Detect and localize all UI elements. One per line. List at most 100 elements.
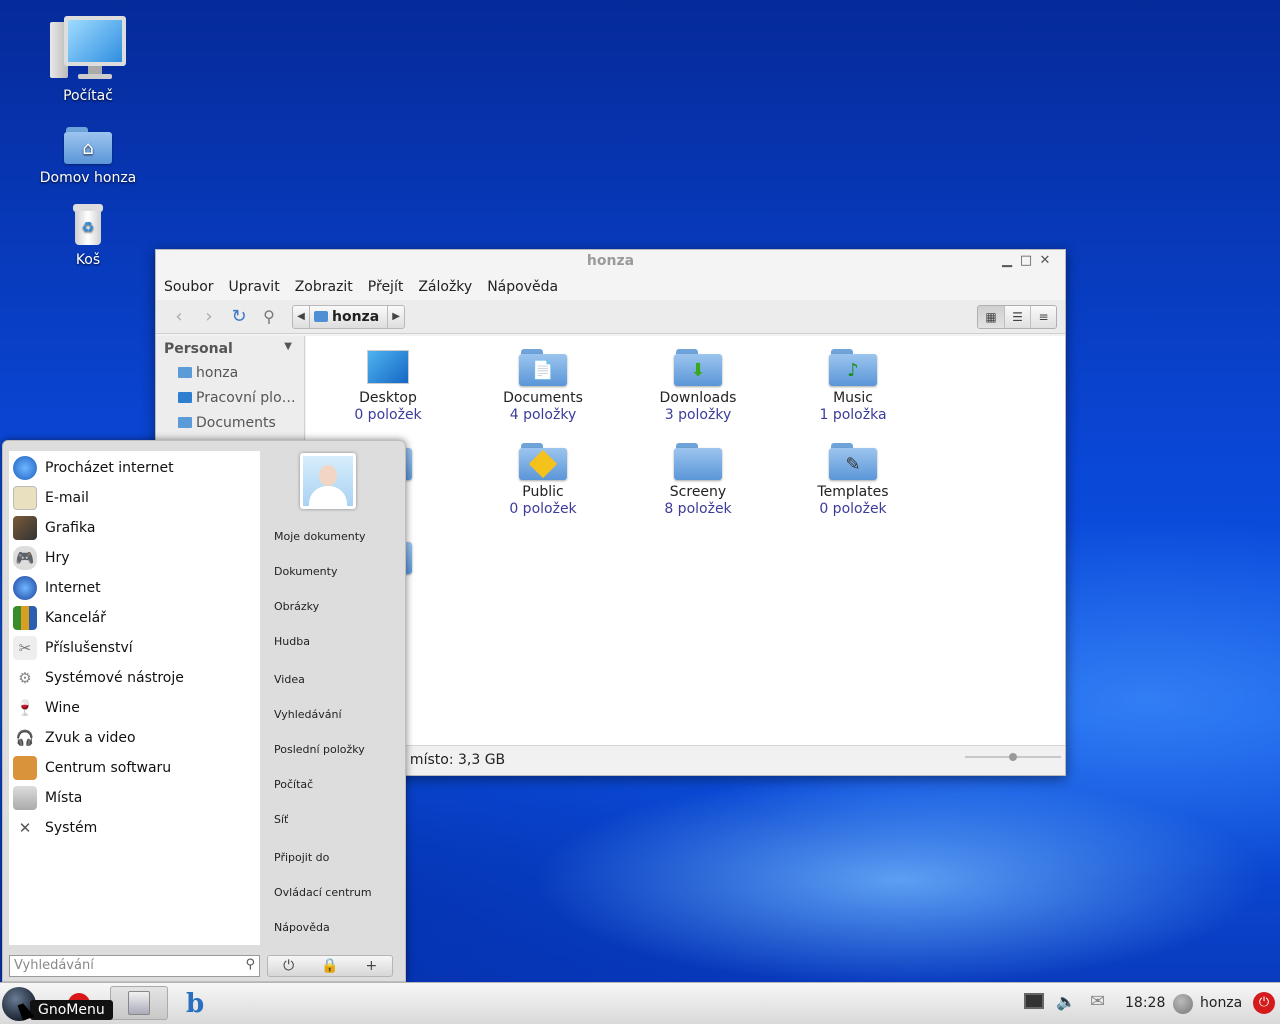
compact-view-button[interactable]: ≡ (1030, 306, 1056, 328)
desktop-icon-home[interactable]: ⌂ Domov honza (33, 124, 143, 186)
category-software-center[interactable]: Centrum softwaru (9, 753, 260, 783)
tools-icon: ✕ (18, 819, 32, 837)
window-switch-icon[interactable] (1024, 993, 1044, 1009)
maximize-button[interactable]: □ (1018, 253, 1034, 269)
launcher-icon[interactable]: b (186, 989, 204, 1019)
menu-bookmarks[interactable]: Záložky (418, 279, 472, 295)
collapse-triangle-icon[interactable]: ▼ (284, 341, 292, 352)
path-left-arrow-icon[interactable]: ◀ (293, 311, 309, 322)
desktop-folder-icon (367, 350, 409, 384)
headphones-icon: 🎧 (15, 729, 35, 747)
file-view: Desktop 0 položek 📄 Documents 4 položky … (306, 336, 1065, 745)
file-manager-task-button[interactable] (110, 986, 168, 1020)
category-graphics[interactable]: Grafika (9, 513, 260, 543)
category-office[interactable]: Kancelář (9, 603, 260, 633)
public-folder-icon (519, 440, 567, 480)
link-pictures[interactable]: Obrázky (274, 600, 319, 613)
lock-icon[interactable]: 🔒 (309, 956, 350, 976)
link-control-center[interactable]: Ovládací centrum (274, 886, 372, 899)
menu-go[interactable]: Přejít (368, 279, 404, 295)
category-accessories[interactable]: ✂ Příslušenství (9, 633, 260, 663)
screeny-folder-icon (674, 440, 722, 480)
desktop-icon-trash[interactable]: ♻ Koš (33, 204, 143, 268)
volume-icon[interactable]: 🔈 (1056, 992, 1076, 1011)
file-item-public[interactable]: Public 0 položek (473, 440, 613, 517)
drive-icon (13, 786, 37, 810)
category-email[interactable]: E-mail (9, 483, 260, 513)
clock[interactable]: 18:28 (1125, 995, 1165, 1011)
category-places[interactable]: Místa (9, 783, 260, 813)
zoom-slider[interactable] (965, 753, 1061, 761)
add-icon[interactable]: + (351, 956, 392, 976)
close-button[interactable]: ✕ (1037, 253, 1053, 269)
gnomenu-panel: Procházet internet E-mail Grafika 🎮 Hry I… (2, 440, 406, 982)
file-item-desktop[interactable]: Desktop 0 položek (318, 350, 458, 423)
search-input[interactable]: Vyhledávání ⚲ (9, 955, 260, 977)
sidebar-section-personal[interactable]: Personal ▼ (156, 336, 304, 360)
category-sound-video[interactable]: 🎧 Zvuk a video (9, 723, 260, 753)
link-music[interactable]: Hudba (274, 635, 310, 648)
power-icon[interactable]: ⏻ (268, 956, 309, 976)
file-item-templates[interactable]: ✎ Templates 0 položek (783, 440, 923, 517)
documents-folder-icon (178, 417, 192, 428)
file-item-screeny[interactable]: Screeny 8 položek (628, 440, 768, 517)
icon-view-button[interactable]: ▦ (978, 306, 1004, 328)
search-icon[interactable]: ⚲ (254, 304, 284, 330)
menu-help[interactable]: Nápověda (487, 279, 558, 295)
category-internet[interactable]: Internet (9, 573, 260, 603)
desktop-icon-label: Koš (75, 252, 101, 268)
menu-file[interactable]: Soubor (164, 279, 214, 295)
category-list: Procházet internet E-mail Grafika 🎮 Hry I… (9, 451, 260, 945)
music-folder-icon: ♪ (829, 346, 877, 386)
computer-icon (48, 14, 128, 82)
software-center-icon (13, 756, 37, 780)
user-status-icon[interactable] (1173, 994, 1193, 1014)
forward-button[interactable]: › (194, 304, 224, 330)
file-item-downloads[interactable]: ⬇ Downloads 3 položky (628, 346, 768, 423)
path-right-arrow-icon[interactable]: ▶ (388, 311, 404, 322)
link-documents[interactable]: Dokumenty (274, 565, 337, 578)
gears-icon: ⚙ (18, 669, 32, 687)
file-cabinet-icon (128, 991, 150, 1015)
category-games[interactable]: 🎮 Hry (9, 543, 260, 573)
path-crumb-home[interactable]: honza (309, 305, 389, 328)
downloads-folder-icon: ⬇ (674, 346, 722, 386)
user-name[interactable]: honza (1200, 995, 1242, 1011)
reload-icon[interactable]: ↻ (224, 304, 254, 330)
category-browse-internet[interactable]: Procházet internet (9, 453, 260, 483)
link-computer[interactable]: Počítač (274, 778, 313, 791)
list-view-button[interactable]: ☰ (1004, 306, 1030, 328)
file-item-documents[interactable]: 📄 Documents 4 položky (473, 346, 613, 423)
gnomenu-tooltip: GnoMenu (30, 1000, 113, 1020)
link-help[interactable]: Nápověda (274, 921, 330, 934)
title-bar[interactable]: honza ▁ □ ✕ (156, 250, 1065, 274)
toolbar: ‹ › ↻ ⚲ ◀ honza ▶ ▦ ☰ ≡ (156, 300, 1065, 334)
category-system-tools[interactable]: ⚙ Systémové nástroje (9, 663, 260, 693)
wine-glass-icon: 🍷 (15, 699, 35, 717)
minimize-button[interactable]: ▁ (999, 253, 1015, 269)
graphics-icon (13, 516, 37, 540)
category-system[interactable]: ✕ Systém (9, 813, 260, 843)
sidebar-item-home[interactable]: honza (156, 360, 304, 385)
link-recent-items[interactable]: Poslední položky (274, 743, 365, 756)
menu-edit[interactable]: Upravit (229, 279, 280, 295)
mail-icon[interactable]: ✉ (1090, 991, 1105, 1012)
zoom-slider-handle[interactable] (1009, 753, 1017, 761)
templates-folder-icon: ✎ (829, 440, 877, 480)
desktop-icon-computer[interactable]: Počítač (33, 14, 143, 104)
category-wine[interactable]: 🍷 Wine (9, 693, 260, 723)
file-item-music[interactable]: ♪ Music 1 položka (783, 346, 923, 423)
view-switcher: ▦ ☰ ≡ (977, 305, 1057, 329)
menu-view[interactable]: Zobrazit (295, 279, 353, 295)
link-connect-to[interactable]: Připojit do (274, 851, 329, 864)
back-button[interactable]: ‹ (164, 304, 194, 330)
link-videos[interactable]: Videa (274, 673, 305, 686)
link-network[interactable]: Síť (274, 813, 288, 826)
link-search[interactable]: Vyhledávání (274, 708, 342, 721)
link-my-documents[interactable]: Moje dokumenty (274, 530, 366, 543)
sidebar-item-documents[interactable]: Documents (156, 410, 304, 435)
search-icon: ⚲ (245, 957, 255, 972)
user-avatar[interactable] (300, 453, 356, 509)
shutdown-icon[interactable]: ⏻ (1253, 992, 1275, 1014)
sidebar-item-desktop[interactable]: Pracovní plo… (156, 385, 304, 410)
